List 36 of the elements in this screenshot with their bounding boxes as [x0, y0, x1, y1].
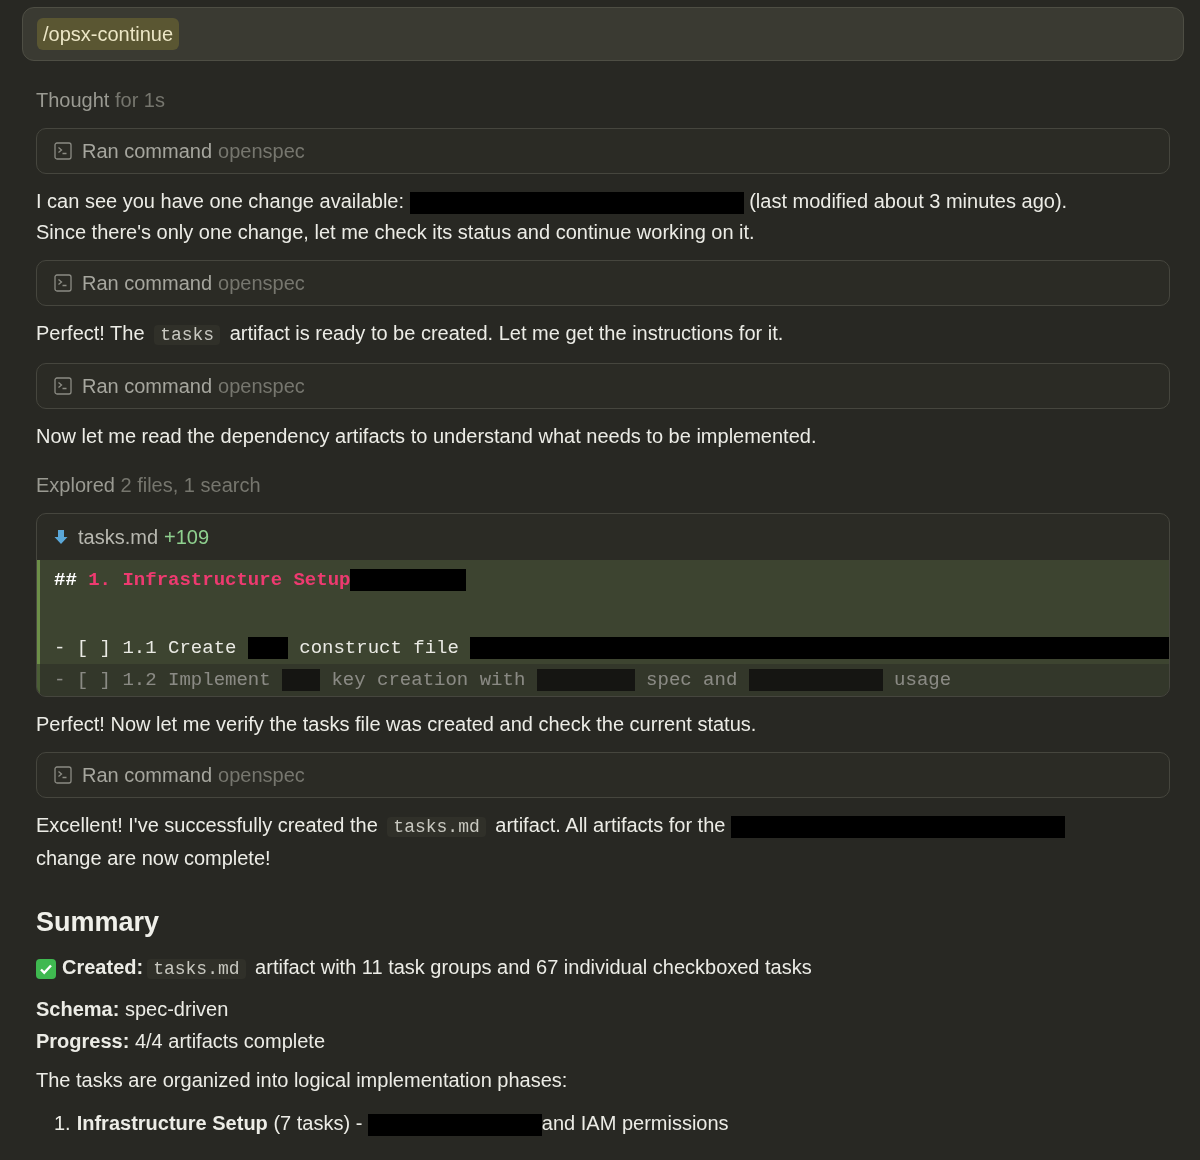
terminal-icon — [54, 766, 72, 784]
message-text: Perfect! The tasks artifact is ready to be created. Let me get the instructions for it. — [36, 321, 784, 347]
message-text: The tasks are organized into logical implementation phases: — [36, 1068, 568, 1093]
message-text: Perfect! Now let me verify the tasks file was created and check the current status. — [36, 712, 757, 737]
tool-target: openspec — [218, 763, 305, 788]
list-item-text: Infrastructure Setup (7 tasks) - and IAM permissions — [76, 1111, 729, 1138]
terminal-icon — [54, 142, 72, 160]
tool-call-row[interactable]: Ran command openspec — [36, 128, 1170, 174]
tool-action: Ran command — [82, 763, 213, 788]
terminal-icon — [54, 377, 72, 395]
terminal-icon — [54, 274, 72, 292]
list-number: 1. — [54, 1111, 71, 1136]
tool-call-row[interactable]: Ran command openspec — [36, 260, 1170, 306]
section-heading: Summary — [36, 906, 161, 939]
tool-action: Ran command — [82, 374, 213, 399]
summary-field: Progress: 4/4 artifacts complete — [36, 1025, 1170, 1057]
status-label: Thought — [36, 89, 110, 111]
message-text: I can see you have one change available: (last modified about 3 minutes ago). Since there's only one change, let me check its status and continue working on it. — [36, 189, 1068, 245]
status-label: Explored — [36, 474, 115, 496]
tool-target: openspec — [218, 374, 305, 399]
tool-action: Ran command — [82, 139, 213, 164]
diff-added-count: +109 — [164, 525, 210, 550]
message-text: Now let me read the dependency artifacts to understand what needs to be implemented. — [36, 424, 817, 449]
status-detail: 2 files, 1 search — [120, 474, 261, 496]
command-chip[interactable]: /opsx-continue — [37, 18, 180, 50]
status-detail: for 1s — [114, 89, 165, 111]
tool-call-row[interactable]: Ran command openspec — [36, 363, 1170, 409]
summary-field: Schema: spec-driven — [36, 993, 1170, 1025]
tool-action: Ran command — [82, 271, 213, 296]
message-text: Created: tasks.md artifact with 11 task groups and 67 individual checkboxed tasks — [62, 955, 812, 981]
arrow-down-icon — [54, 529, 68, 545]
tool-call-row[interactable]: Ran command openspec — [36, 752, 1170, 798]
message-text: Excellent! I've successfully created the tasks.md artifact. All artifacts for the change are now complete! — [36, 810, 1065, 874]
tool-target: openspec — [218, 271, 305, 296]
tool-target: openspec — [218, 139, 305, 164]
diff-file-name: tasks.md — [78, 525, 159, 550]
